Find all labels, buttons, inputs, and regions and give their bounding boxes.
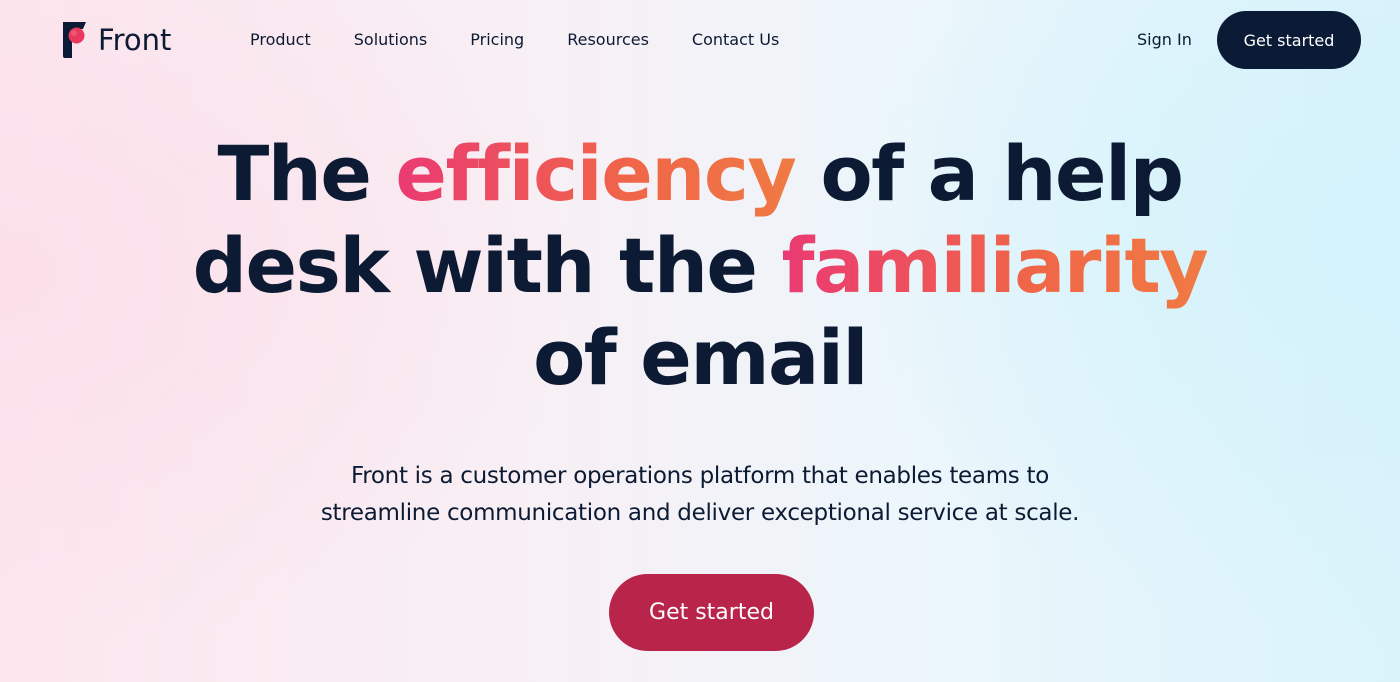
hero-get-started-button[interactable]: Get started (609, 574, 814, 651)
primary-nav: Product Solutions Pricing Resources Cont… (250, 29, 822, 51)
brand-name: Front (98, 23, 172, 57)
hero-title-text: desk with the (192, 221, 782, 310)
nav-link-product[interactable]: Product (250, 29, 311, 51)
top-navigation: Front Product Solutions Pricing Resource… (0, 0, 1400, 80)
nav-link-contact-us[interactable]: Contact Us (692, 29, 779, 51)
hero-title-line-2: desk with the familiarity (0, 220, 1400, 312)
hero-title-line-1: The efficiency of a help (0, 128, 1400, 220)
hero-highlight-familiarity: familiarity (781, 221, 1208, 310)
hero-subtitle-line-2: streamline communication and deliver exc… (320, 500, 1080, 526)
hero-title-text: The (217, 129, 396, 218)
nav-link-pricing[interactable]: Pricing (470, 29, 524, 51)
hero-highlight-efficiency: efficiency (395, 129, 797, 218)
header-get-started-button[interactable]: Get started (1217, 11, 1361, 69)
hero-title-text: of a help (795, 129, 1184, 218)
hero-title: The efficiency of a help desk with the f… (0, 128, 1400, 404)
front-logo-icon (60, 20, 88, 60)
nav-link-resources[interactable]: Resources (567, 29, 649, 51)
logo-link[interactable]: Front (60, 20, 171, 60)
hero-subtitle: Front is a customer operations platform … (0, 458, 1400, 532)
hero-subtitle-line-1: Front is a customer operations platform … (351, 463, 1049, 489)
nav-link-solutions[interactable]: Solutions (354, 29, 428, 51)
hero-title-line-3: of email (533, 313, 868, 402)
sign-in-link[interactable]: Sign In (1137, 29, 1192, 51)
